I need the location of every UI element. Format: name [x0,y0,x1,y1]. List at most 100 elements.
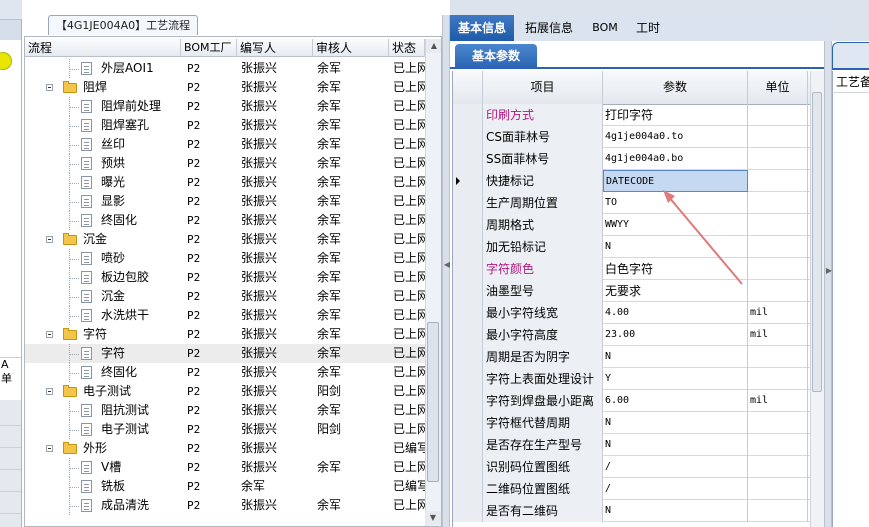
tab-basic-info[interactable]: 基本信息 [450,15,514,41]
column-header-reviewer[interactable]: 审核人 [313,39,389,57]
grid-row[interactable]: 周期是否为阴字 N [453,346,810,368]
param-value-field[interactable]: 打印字符 [603,104,748,126]
param-value-field[interactable]: N [603,434,748,456]
grid-row[interactable]: 快捷标记 DATECODE [453,170,810,192]
grid-scroll-thumb[interactable] [812,92,822,392]
grid-row[interactable]: 字符框代替周期 N [453,412,810,434]
grid-row[interactable]: CS面菲林号 4g1je004a0.to [453,126,810,148]
param-value-field[interactable]: TO [603,192,748,214]
row-selector[interactable] [453,368,483,390]
panel-splitter-right[interactable]: ▶ [824,41,832,527]
tree-row[interactable]: 阻焊 P2 张振兴 余军 已上网 [25,78,429,97]
row-selector[interactable] [453,302,483,324]
grid-row[interactable]: 字符到焊盘最小距离 6.00 mil [453,390,810,412]
column-header-status[interactable]: 状态 [389,39,425,57]
grid-row[interactable]: 二维码位置图纸 / [453,478,810,500]
param-value-field[interactable]: DATECODE [603,170,748,192]
tree-row[interactable]: 电子测试 P2 张振兴 阳剑 已上网 [25,382,429,401]
param-value-field[interactable]: 23.00 [603,324,748,346]
row-selector[interactable] [453,170,483,192]
tree-row[interactable]: 阻焊前处理 P2 张振兴 余军 已上网 [25,97,429,116]
tree-row[interactable]: 阻焊塞孔 P2 张振兴 余军 已上网 [25,116,429,135]
process-flow-title-tab[interactable]: 【4G1JE004A0】工艺流程 [48,15,198,35]
collapse-left-icon[interactable]: ◀ [443,260,451,269]
tree-row[interactable]: 电子测试 P2 张振兴 阳剑 已上网 [25,420,429,439]
grid-row[interactable]: 是否存在生产型号 N [453,434,810,456]
param-value-field[interactable]: N [603,412,748,434]
tab-bom[interactable]: BOM [584,15,626,41]
grid-row[interactable]: 生产周期位置 TO [453,192,810,214]
param-value-field[interactable]: 4g1je004a0.bo [603,148,748,170]
row-selector[interactable] [453,126,483,148]
grid-row[interactable]: 识别码位置图纸 / [453,456,810,478]
tree-row[interactable]: 喷砂 P2 张振兴 余军 已上网 [25,249,429,268]
tree-row[interactable]: V槽 P2 张振兴 余军 已上网 [25,458,429,477]
param-value-field[interactable]: N [603,236,748,258]
subtab-basic-params[interactable]: 基本参数 [455,44,537,69]
grid-row[interactable]: SS面菲林号 4g1je004a0.bo [453,148,810,170]
param-value-field[interactable]: 无要求 [603,280,748,302]
tree-scroll-thumb[interactable] [427,322,439,482]
row-selector[interactable] [453,192,483,214]
grid-row[interactable]: 最小字符线宽 4.00 mil [453,302,810,324]
tree-row[interactable]: 板边包胶 P2 张振兴 余军 已上网 [25,268,429,287]
row-selector[interactable] [453,390,483,412]
row-selector[interactable] [453,478,483,500]
grid-row[interactable]: 加无铅标记 N [453,236,810,258]
collapse-icon[interactable] [46,84,53,91]
row-selector[interactable] [453,214,483,236]
tree-row[interactable]: 终固化 P2 张振兴 余军 已上网 [25,363,429,382]
param-value-field[interactable]: Y [603,368,748,390]
scroll-down-icon[interactable]: ▼ [425,511,441,525]
row-selector[interactable] [453,500,483,522]
param-value-field[interactable]: WWYY [603,214,748,236]
grid-row[interactable]: 最小字符高度 23.00 mil [453,324,810,346]
param-value-field[interactable]: 4.00 [603,302,748,324]
tree-row[interactable]: 阻抗测试 P2 张振兴 余军 已上网 [25,401,429,420]
param-value-field[interactable]: / [603,478,748,500]
row-selector[interactable] [453,412,483,434]
row-selector[interactable] [453,434,483,456]
tree-row[interactable]: 沉金 P2 张振兴 余军 已上网 [25,230,429,249]
column-header-bom[interactable]: BOM工厂 [181,39,237,57]
collapse-icon[interactable] [46,388,53,395]
row-selector[interactable] [453,148,483,170]
panel-splitter[interactable]: ◀ [442,15,450,527]
param-value-field[interactable]: 白色字符 [603,258,748,280]
tree-row[interactable]: 曝光 P2 张振兴 余军 已上网 [25,173,429,192]
tree-row[interactable]: 字符 P2 张振兴 余军 已上网 [25,344,429,363]
row-selector[interactable] [453,236,483,258]
tree-row[interactable]: 铣板 P2 余军 已编写 [25,477,429,496]
row-selector[interactable] [453,324,483,346]
tab-extended-info[interactable]: 拓展信息 [516,15,582,41]
param-value-field[interactable]: N [603,500,748,522]
param-value-field[interactable]: / [603,456,748,478]
tree-row[interactable]: 水洗烘干 P2 张振兴 余军 已上网 [25,306,429,325]
row-selector[interactable] [453,456,483,478]
column-header-item[interactable]: 项目 [483,71,603,104]
row-selector[interactable] [453,104,483,126]
collapse-icon[interactable] [46,236,53,243]
tree-row[interactable]: 字符 P2 张振兴 余军 已上网 [25,325,429,344]
grid-row[interactable]: 是否有二维码 N [453,500,810,522]
column-header-unit[interactable]: 单位 [748,71,808,104]
scroll-up-icon[interactable]: ▲ [426,39,441,53]
tree-row[interactable]: 成品清洗 P2 张振兴 余军 已上网 [25,496,429,515]
tree-row[interactable]: 丝印 P2 张振兴 余军 已上网 [25,135,429,154]
tree-row[interactable]: 终固化 P2 张振兴 余军 已上网 [25,211,429,230]
row-selector[interactable] [453,258,483,280]
grid-row[interactable]: 印刷方式 打印字符 [453,104,810,126]
collapse-icon[interactable] [46,331,53,338]
grid-row[interactable]: 字符颜色 白色字符 [453,258,810,280]
param-value-field[interactable]: 4g1je004a0.to [603,126,748,148]
tree-row[interactable]: 沉金 P2 张振兴 余军 已上网 [25,287,429,306]
tree-row[interactable]: 显影 P2 张振兴 余军 已上网 [25,192,429,211]
tree-row[interactable]: 预烘 P2 张振兴 余军 已上网 [25,154,429,173]
column-header-writer[interactable]: 编写人 [237,39,313,57]
tab-work-hours[interactable]: 工时 [628,15,668,41]
grid-row[interactable]: 油墨型号 无要求 [453,280,810,302]
column-header-param[interactable]: 参数 [603,71,748,104]
param-value-field[interactable]: N [603,346,748,368]
grid-row[interactable]: 字符上表面处理设计 Y [453,368,810,390]
row-selector[interactable] [453,346,483,368]
